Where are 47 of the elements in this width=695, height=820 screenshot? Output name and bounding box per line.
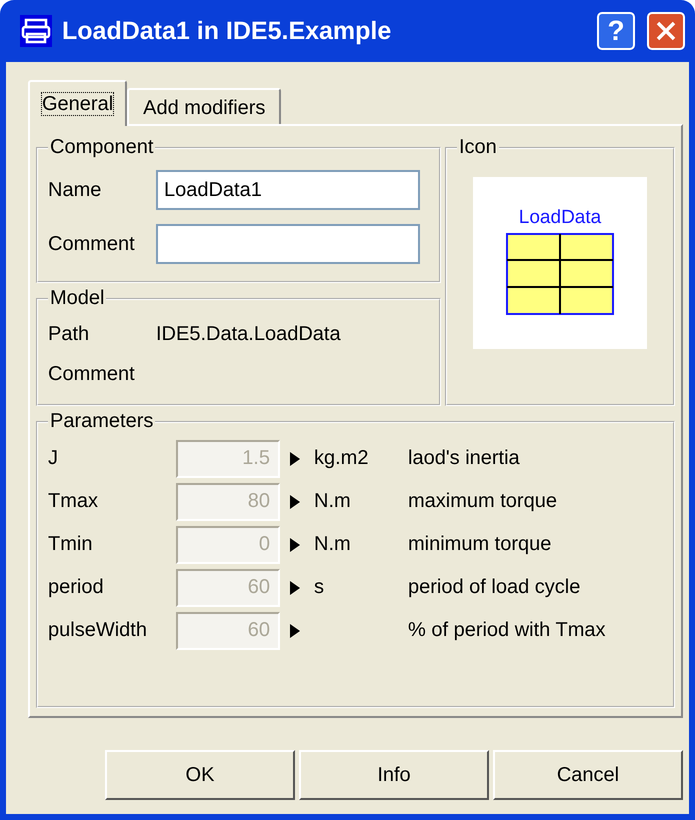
caret-icon[interactable]: [290, 580, 300, 594]
parameter-unit: N.m: [314, 490, 352, 513]
parameter-name: Tmax: [48, 490, 99, 513]
table-icon: [506, 233, 614, 315]
group-title: Parameters: [49, 410, 154, 433]
input-field[interactable]: 60: [176, 568, 280, 606]
parameter-name: Tmin: [48, 533, 94, 556]
input-field[interactable]: LoadData1: [156, 170, 420, 210]
input-field[interactable]: 80: [176, 482, 280, 520]
input-field[interactable]: 60: [176, 612, 280, 650]
parameter-unit: s: [314, 576, 325, 599]
input-field[interactable]: 0: [176, 526, 280, 564]
caret-icon[interactable]: [290, 624, 300, 638]
field-label: Path: [48, 322, 90, 346]
caret-icon[interactable]: [290, 494, 300, 508]
parameter-description: maximum torque: [408, 490, 558, 513]
input-field[interactable]: [156, 224, 420, 264]
parameter-description: % of period with Tmax: [408, 619, 606, 642]
parameter-name: J: [48, 447, 59, 470]
close-button[interactable]: [647, 12, 685, 50]
group-title: Model: [49, 287, 106, 310]
dialog-button[interactable]: Info: [299, 750, 489, 800]
field-label: Comment: [48, 362, 136, 386]
tab[interactable]: General: [28, 80, 128, 126]
parameter-description: period of load cycle: [408, 576, 582, 599]
icon-label: LoadData: [518, 207, 602, 229]
help-button[interactable]: ?: [597, 12, 635, 50]
parameter-unit: kg.m2: [314, 447, 370, 470]
printer-icon: [20, 15, 52, 47]
parameter-name: period: [48, 576, 105, 599]
dialog-button[interactable]: Cancel: [493, 750, 683, 800]
field-value: IDE5.Data.LoadData: [156, 322, 342, 346]
parameter-description: laod's inertia: [408, 447, 521, 470]
caret-icon[interactable]: [290, 452, 300, 466]
group-title: Component: [49, 136, 154, 159]
group-title: Icon: [458, 136, 498, 159]
close-icon: [655, 20, 677, 42]
input-field[interactable]: 1.5: [176, 440, 280, 478]
caret-icon[interactable]: [290, 538, 300, 552]
window-title: LoadData1 in IDE5.Example: [62, 16, 392, 46]
field-label: Comment: [48, 232, 136, 256]
parameter-description: minimum torque: [408, 533, 552, 556]
field-label: Name: [48, 178, 102, 202]
tab[interactable]: Add modifiers: [127, 88, 282, 126]
dialog-button[interactable]: OK: [105, 750, 295, 800]
parameter-unit: N.m: [314, 533, 352, 556]
parameter-name: pulseWidth: [48, 619, 148, 642]
